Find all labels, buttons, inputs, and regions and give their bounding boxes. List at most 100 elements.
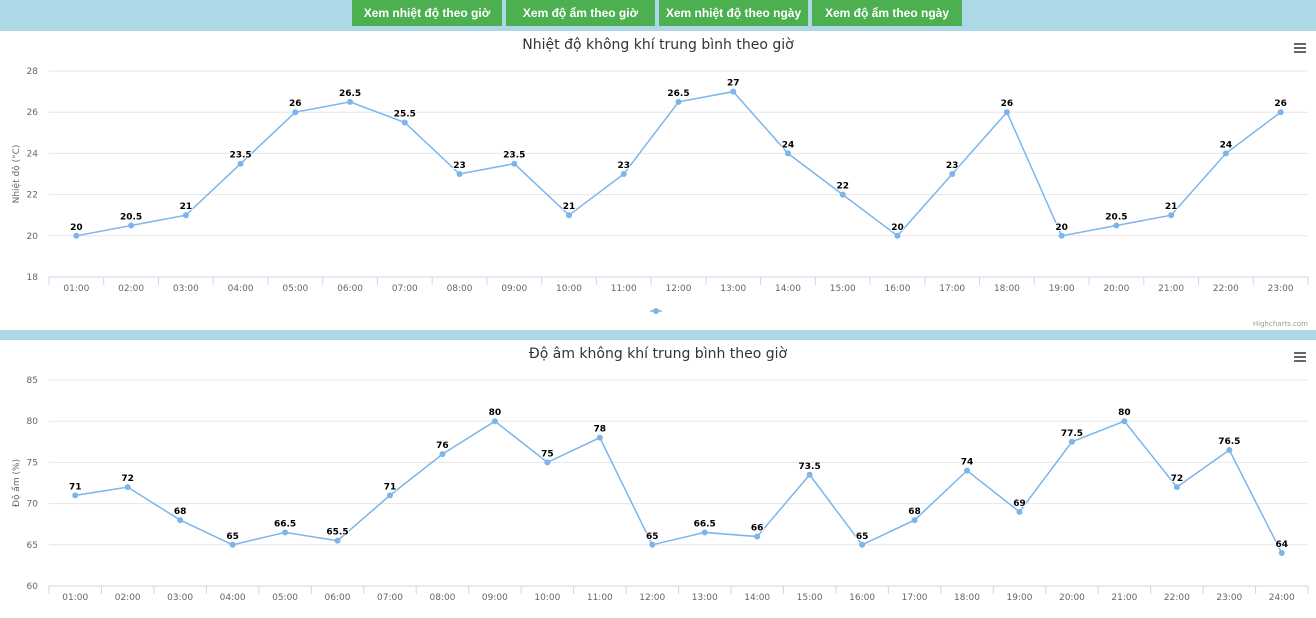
data-label: 78 bbox=[594, 425, 607, 435]
tab-temperature-daily[interactable]: Xem nhiệt độ theo ngày bbox=[659, 0, 808, 26]
tab-temperature-hourly[interactable]: Xem nhiệt độ theo giờ bbox=[352, 0, 502, 26]
data-point bbox=[806, 471, 813, 478]
data-label: 76.5 bbox=[1218, 437, 1240, 447]
data-label: 72 bbox=[121, 474, 134, 484]
data-point bbox=[701, 529, 708, 536]
data-point bbox=[839, 191, 846, 198]
data-point bbox=[237, 160, 244, 167]
data-point bbox=[292, 109, 299, 116]
x-tick-label: 17:00 bbox=[939, 284, 965, 294]
data-point bbox=[124, 484, 131, 491]
data-point bbox=[177, 517, 184, 524]
data-point bbox=[784, 150, 791, 157]
data-point bbox=[1058, 232, 1065, 239]
y-axis-title: Độ ẩm (%) bbox=[11, 459, 22, 507]
x-tick-label: 22:00 bbox=[1213, 284, 1239, 294]
data-label: 23 bbox=[617, 161, 630, 171]
x-tick-label: 23:00 bbox=[1216, 593, 1242, 603]
x-tick-label: 16:00 bbox=[849, 593, 875, 603]
data-label: 80 bbox=[489, 408, 502, 418]
tab-humidity-daily[interactable]: Xem độ ẩm theo ngày bbox=[812, 0, 962, 26]
x-tick-label: 22:00 bbox=[1164, 593, 1190, 603]
data-label: 26.5 bbox=[667, 89, 689, 99]
humidity-chart-panel: Độ âm không khí trung bình theo giờ 60 65… bbox=[0, 340, 1316, 618]
data-label: 20 bbox=[70, 223, 83, 233]
y-tick-label: 18 bbox=[27, 273, 39, 283]
data-label: 71 bbox=[69, 482, 82, 492]
legend-marker-icon[interactable] bbox=[650, 307, 662, 315]
data-point bbox=[229, 541, 236, 548]
data-point bbox=[1113, 222, 1120, 229]
credits-link[interactable]: Highcharts.com bbox=[1253, 320, 1308, 328]
data-label: 66.5 bbox=[694, 519, 716, 529]
data-point bbox=[1016, 508, 1023, 515]
x-tick-label: 09:00 bbox=[482, 593, 508, 603]
x-tick-label: 08:00 bbox=[447, 284, 473, 294]
x-tick-label: 04:00 bbox=[228, 284, 254, 294]
x-tick-label: 11:00 bbox=[611, 284, 637, 294]
data-label: 77.5 bbox=[1061, 429, 1083, 439]
data-label: 21 bbox=[180, 202, 193, 212]
x-tick-label: 07:00 bbox=[377, 593, 403, 603]
data-label: 20 bbox=[891, 223, 904, 233]
x-tick-label: 02:00 bbox=[118, 284, 144, 294]
tab-humidity-hourly[interactable]: Xem độ ẩm theo giờ bbox=[506, 0, 655, 26]
data-label: 24 bbox=[782, 140, 795, 150]
data-point bbox=[1121, 418, 1128, 425]
data-label: 68 bbox=[908, 507, 921, 517]
data-label: 64 bbox=[1276, 540, 1289, 550]
x-tick-label: 12:00 bbox=[666, 284, 692, 294]
y-tick-label: 70 bbox=[27, 500, 39, 510]
x-tick-label: 10:00 bbox=[534, 593, 560, 603]
data-point bbox=[596, 434, 603, 441]
data-label: 80 bbox=[1118, 408, 1131, 418]
data-label: 20.5 bbox=[1105, 213, 1127, 223]
data-point bbox=[649, 541, 656, 548]
x-tick-label: 01:00 bbox=[63, 284, 89, 294]
x-tick-label: 17:00 bbox=[902, 593, 928, 603]
x-tick-label: 10:00 bbox=[556, 284, 582, 294]
top-tab-bar: Xem nhiệt độ theo giờ Xem độ ẩm theo giờ… bbox=[0, 0, 1316, 31]
x-tick-label: 19:00 bbox=[1007, 593, 1033, 603]
x-tick-label: 15:00 bbox=[830, 284, 856, 294]
data-label: 74 bbox=[961, 458, 974, 468]
y-tick-label: 26 bbox=[27, 108, 39, 118]
data-label: 23.5 bbox=[229, 151, 251, 161]
data-point bbox=[544, 459, 551, 466]
data-label: 65 bbox=[646, 532, 659, 542]
data-point bbox=[754, 533, 761, 540]
data-point bbox=[730, 88, 737, 95]
x-tick-label: 16:00 bbox=[884, 284, 910, 294]
data-label: 25.5 bbox=[394, 110, 416, 120]
data-label: 26.5 bbox=[339, 89, 361, 99]
y-tick-label: 75 bbox=[27, 458, 38, 468]
y-tick-label: 60 bbox=[27, 582, 39, 592]
data-point bbox=[282, 529, 289, 536]
x-tick-label: 02:00 bbox=[115, 593, 141, 603]
data-label: 68 bbox=[174, 507, 187, 517]
data-label: 73.5 bbox=[799, 462, 821, 472]
x-tick-label: 21:00 bbox=[1111, 593, 1137, 603]
data-label: 75 bbox=[541, 449, 554, 459]
data-point bbox=[128, 222, 135, 229]
x-tick-label: 08:00 bbox=[429, 593, 455, 603]
data-point bbox=[1173, 484, 1180, 491]
data-label: 66 bbox=[751, 524, 764, 534]
y-tick-label: 20 bbox=[27, 232, 39, 242]
data-label: 65 bbox=[856, 532, 869, 542]
humidity-chart: 60 65 70 75 80 85 Độ ẩm (%) 01:00 02:00 03:00 04:0… bbox=[11, 376, 1309, 603]
data-label: 27 bbox=[727, 79, 740, 89]
x-tick-label: 14:00 bbox=[775, 284, 801, 294]
series-line bbox=[76, 90, 1282, 237]
data-point bbox=[566, 212, 573, 219]
x-tick-label: 05:00 bbox=[272, 593, 298, 603]
data-label: 65.5 bbox=[326, 528, 348, 538]
x-tick-label: 18:00 bbox=[954, 593, 980, 603]
data-point bbox=[675, 98, 682, 105]
x-tick-label: 03:00 bbox=[173, 284, 199, 294]
y-tick-label: 85 bbox=[27, 376, 38, 386]
data-label: 23 bbox=[453, 161, 466, 171]
x-tick-label: 13:00 bbox=[720, 284, 746, 294]
x-tick-label: 05:00 bbox=[282, 284, 308, 294]
data-label: 26 bbox=[1001, 99, 1014, 109]
